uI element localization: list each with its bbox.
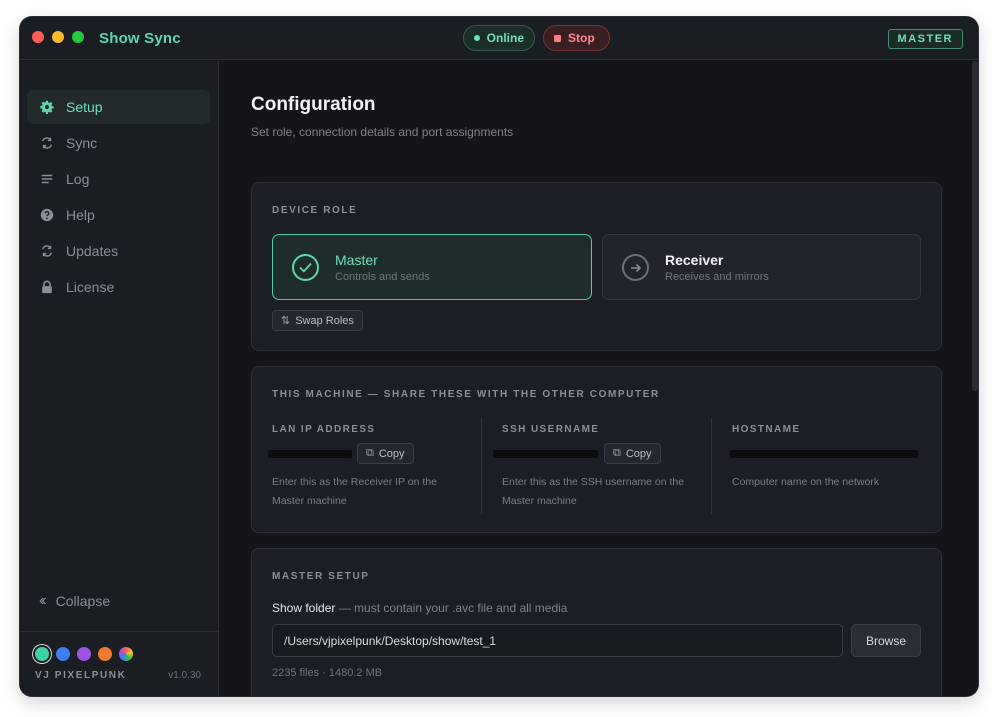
ssh-username-label: SSH USERNAME	[502, 424, 600, 435]
sidebar-item-log[interactable]: Log	[27, 162, 210, 196]
show-folder-title: Show folder	[272, 601, 336, 615]
theme-swatch-purple[interactable]	[77, 647, 91, 661]
help-circle-icon	[40, 208, 54, 222]
sidebar-footer: VJ PIXELPUNK v1.0.30	[20, 631, 218, 696]
swap-roles-label: Swap Roles	[295, 314, 354, 327]
sidebar-item-updates[interactable]: Updates	[27, 234, 210, 268]
copy-label: Copy	[625, 447, 652, 460]
sync-icon	[40, 136, 54, 150]
collapse-button[interactable]: ‹‹ Collapse	[39, 592, 110, 610]
role-name: Receiver	[665, 252, 724, 268]
sidebar-item-label: Setup	[66, 99, 103, 115]
stop-label: Stop	[568, 31, 595, 45]
title-bar: Show Sync Online Stop MASTER	[20, 17, 978, 60]
show-folder-path-input[interactable]: /Users/vjpixelpunk/Desktop/show/test_1	[272, 624, 843, 657]
lan-ip-value-redacted	[268, 450, 352, 458]
master-setup-label: MASTER SETUP	[272, 571, 370, 582]
check-circle-icon	[292, 254, 319, 281]
this-machine-card: THIS MACHINE — SHARE THESE WITH THE OTHE…	[251, 366, 942, 533]
role-badge: MASTER	[887, 29, 963, 49]
device-role-card: DEVICE ROLE Master Controls and sends Re…	[251, 182, 942, 351]
role-option-receiver[interactable]: Receiver Receives and mirrors	[602, 234, 921, 300]
sidebar-item-label: Help	[66, 207, 95, 223]
page-title: Configuration	[251, 94, 376, 115]
lan-ip-help: Enter this as the Receiver IP on the Mas…	[272, 476, 437, 507]
column-divider	[711, 418, 712, 514]
copy-icon: ⧉	[366, 447, 374, 459]
sidebar-item-help[interactable]: Help	[27, 198, 210, 232]
app-title: Show Sync	[99, 30, 181, 47]
page-subtitle: Set role, connection details and port as…	[251, 125, 514, 139]
column-divider	[481, 418, 482, 514]
swap-roles-button[interactable]: ⇅ Swap Roles	[272, 310, 363, 331]
master-setup-card: MASTER SETUP Show folder — must contain …	[251, 548, 942, 696]
sidebar-item-label: Updates	[66, 243, 119, 259]
gear-icon	[40, 100, 54, 114]
online-dot-icon	[474, 35, 480, 41]
lock-icon	[40, 280, 54, 294]
sidebar-item-label: Log	[66, 171, 90, 187]
main-content: Configuration Set role, connection detai…	[220, 61, 978, 696]
ssh-username-help: Enter this as the SSH username on the Ma…	[502, 476, 685, 507]
close-window-button[interactable]	[32, 31, 44, 43]
file-stats: 2235 files · 1480.2 MB	[272, 667, 383, 679]
version-label: v1.0.30	[168, 670, 201, 681]
hostname-value-redacted	[730, 450, 918, 458]
double-chevron-left-icon: ‹‹	[39, 592, 46, 609]
copy-icon: ⧉	[613, 447, 621, 459]
ssh-username-column: SSH USERNAME ⧉ Copy Enter this as the SS…	[493, 418, 707, 514]
sidebar-item-setup[interactable]: Setup	[27, 90, 210, 124]
refresh-icon	[40, 244, 54, 258]
collapse-label: Collapse	[55, 593, 111, 609]
theme-swatch-blue[interactable]	[56, 647, 70, 661]
role-name: Master	[335, 252, 378, 268]
role-option-master[interactable]: Master Controls and sends	[272, 234, 592, 300]
hostname-help: Computer name on the network	[732, 476, 880, 488]
stop-square-icon	[554, 34, 561, 42]
app-window: Show Sync Online Stop MASTER Setup Sync	[20, 17, 978, 696]
stop-button[interactable]: Stop	[543, 25, 610, 51]
arrow-right-circle-icon	[622, 254, 649, 281]
theme-swatch-rainbow[interactable]	[119, 647, 133, 661]
hostname-column: HOSTNAME Computer name on the network	[730, 418, 922, 514]
sidebar-item-label: License	[66, 279, 115, 295]
log-lines-icon	[40, 172, 54, 186]
brand-label: VJ PIXELPUNK	[35, 670, 127, 681]
zoom-window-button[interactable]	[72, 31, 84, 43]
role-desc: Receives and mirrors	[665, 271, 769, 283]
sidebar: Setup Sync Log Help Updates License ‹‹ C…	[20, 61, 219, 696]
show-folder-hint: — must contain your .avc file and all me…	[335, 601, 568, 615]
sidebar-item-license[interactable]: License	[27, 270, 210, 304]
copy-label: Copy	[378, 447, 405, 460]
scrollbar[interactable]	[972, 61, 978, 391]
this-machine-label: THIS MACHINE — SHARE THESE WITH THE OTHE…	[272, 389, 660, 400]
theme-swatch-teal[interactable]	[35, 647, 49, 661]
copy-ip-button[interactable]: ⧉ Copy	[357, 443, 414, 464]
swap-icon: ⇅	[281, 315, 291, 327]
role-desc: Controls and sends	[335, 271, 430, 283]
show-folder-label: Show folder — must contain your .avc fil…	[272, 601, 567, 615]
theme-swatch-orange[interactable]	[98, 647, 112, 661]
lan-ip-label: LAN IP ADDRESS	[272, 424, 376, 435]
device-role-label: DEVICE ROLE	[272, 205, 358, 216]
ssh-username-value-redacted	[493, 450, 598, 458]
hostname-label: HOSTNAME	[732, 424, 801, 435]
lan-ip-column: LAN IP ADDRESS ⧉ Copy Enter this as the …	[268, 418, 477, 514]
sidebar-item-label: Sync	[66, 135, 98, 151]
online-status-pill: Online	[463, 25, 535, 51]
minimize-window-button[interactable]	[52, 31, 64, 43]
online-label: Online	[486, 31, 524, 45]
browse-button[interactable]: Browse	[851, 624, 921, 657]
copy-username-button[interactable]: ⧉ Copy	[604, 443, 661, 464]
sidebar-item-sync[interactable]: Sync	[27, 126, 210, 160]
